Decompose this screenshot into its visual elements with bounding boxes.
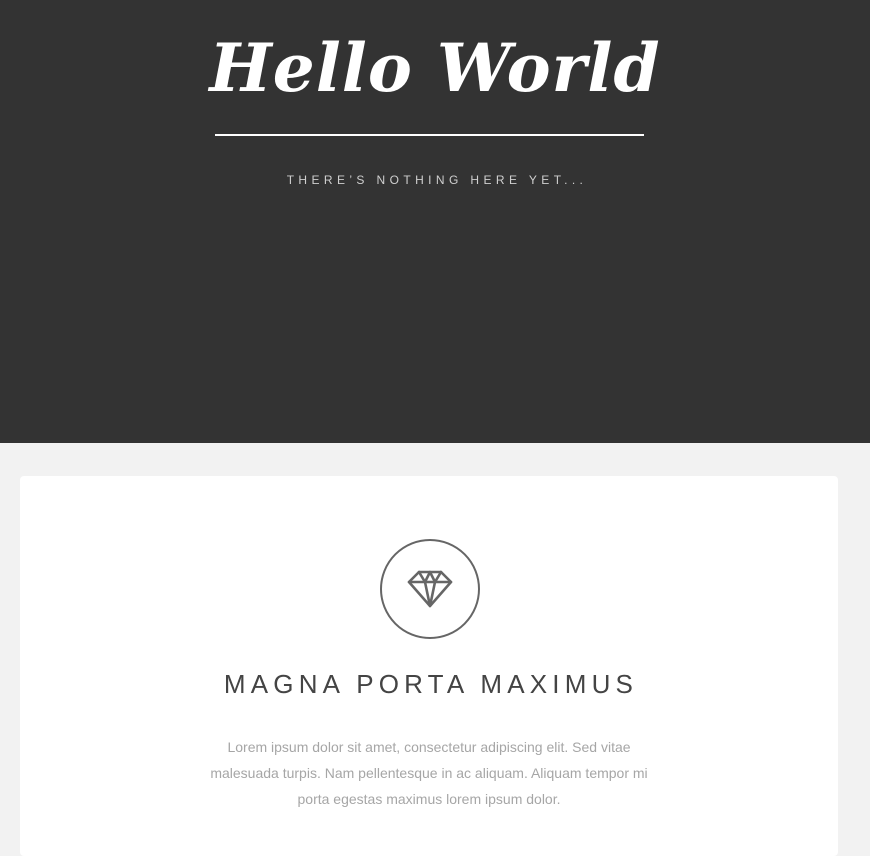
feature-card: MAGNA PORTA MAXIMUS Lorem ipsum dolor si… — [20, 476, 838, 856]
feature-description: Lorem ipsum dolor sit amet, consectetur … — [210, 739, 648, 807]
tagline: THERE’S NOTHING HERE YET... — [286, 173, 588, 187]
feature-heading: MAGNA PORTA MAXIMUS — [223, 669, 639, 699]
diamond-icon-circle — [380, 539, 480, 639]
diamond-icon — [407, 570, 453, 608]
title-divider — [215, 134, 644, 136]
site-title: Hello World — [209, 29, 661, 107]
page-header: Hello World THERE’S NOTHING HERE YET... — [0, 0, 870, 443]
